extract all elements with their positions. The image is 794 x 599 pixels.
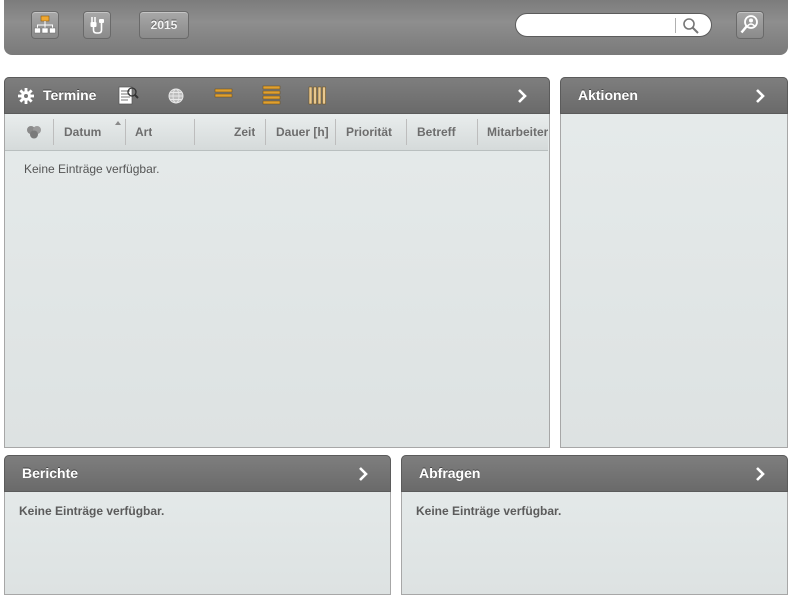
termine-empty-message: Keine Einträge verfügbar. bbox=[24, 162, 160, 176]
abfragen-empty-message: Keine Einträge verfügbar. bbox=[416, 504, 562, 518]
column-separator bbox=[53, 119, 54, 145]
user-search-button[interactable] bbox=[736, 11, 764, 39]
column-header-prioritaet[interactable]: Priorität bbox=[346, 114, 392, 150]
aktionen-header: Aktionen bbox=[560, 77, 788, 114]
two-lines-view-icon[interactable] bbox=[213, 85, 235, 107]
chevron-right-icon[interactable] bbox=[753, 88, 767, 104]
search-icon[interactable] bbox=[682, 17, 700, 35]
chevron-right-icon[interactable] bbox=[515, 88, 529, 104]
abfragen-header: Abfragen bbox=[401, 455, 788, 492]
column-header-art[interactable]: Art bbox=[135, 114, 152, 150]
plug-cable-icon bbox=[90, 17, 104, 34]
aktionen-panel: Aktionen bbox=[560, 77, 788, 448]
org-chart-icon bbox=[34, 15, 56, 34]
column-header-datum[interactable]: Datum bbox=[64, 114, 101, 150]
column-separator bbox=[265, 119, 266, 145]
termine-table-header: Datum Art Zeit Dauer [h] Priorität Betre… bbox=[5, 114, 548, 151]
berichte-empty-message: Keine Einträge verfügbar. bbox=[19, 504, 165, 518]
search-input[interactable] bbox=[528, 17, 678, 34]
globe-icon[interactable] bbox=[165, 85, 187, 107]
column-separator bbox=[477, 119, 478, 145]
column-separator bbox=[125, 119, 126, 145]
column-header-dauer[interactable]: Dauer [h] bbox=[276, 114, 329, 150]
termine-panel: Termine Datum Art Zeit Dauer [h] Priorit… bbox=[4, 77, 550, 448]
search-box[interactable] bbox=[515, 13, 712, 37]
column-separator bbox=[406, 119, 407, 145]
berichte-title: Berichte bbox=[22, 465, 79, 481]
list-view-icon[interactable] bbox=[261, 84, 283, 108]
top-toolbar: 2015 bbox=[4, 0, 788, 55]
user-search-icon bbox=[740, 15, 758, 34]
connection-button[interactable] bbox=[83, 11, 111, 39]
color-filter-icon[interactable] bbox=[25, 124, 43, 140]
column-header-zeit[interactable]: Zeit bbox=[234, 114, 255, 150]
sort-ascending-icon bbox=[115, 121, 121, 125]
year-label: 2015 bbox=[150, 18, 178, 32]
column-header-betreff[interactable]: Betreff bbox=[417, 114, 456, 150]
document-search-icon[interactable] bbox=[117, 85, 139, 107]
termine-title: Termine bbox=[43, 87, 97, 103]
column-header-mitarbeiter[interactable]: Mitarbeiter bbox=[487, 114, 548, 150]
chevron-right-icon[interactable] bbox=[753, 466, 767, 482]
year-button[interactable]: 2015 bbox=[139, 11, 189, 39]
column-separator bbox=[335, 119, 336, 145]
chevron-right-icon[interactable] bbox=[356, 466, 370, 482]
column-separator bbox=[194, 119, 195, 145]
aktionen-title: Aktionen bbox=[578, 87, 638, 103]
gear-icon[interactable] bbox=[17, 87, 35, 105]
org-chart-button[interactable] bbox=[31, 11, 59, 39]
berichte-header: Berichte bbox=[4, 455, 391, 492]
search-separator bbox=[675, 18, 676, 33]
berichte-panel: Berichte Keine Einträge verfügbar. bbox=[4, 455, 391, 595]
abfragen-panel: Abfragen Keine Einträge verfügbar. bbox=[401, 455, 788, 595]
termine-header: Termine bbox=[4, 77, 550, 114]
columns-view-icon[interactable] bbox=[307, 85, 329, 107]
abfragen-title: Abfragen bbox=[419, 465, 481, 481]
